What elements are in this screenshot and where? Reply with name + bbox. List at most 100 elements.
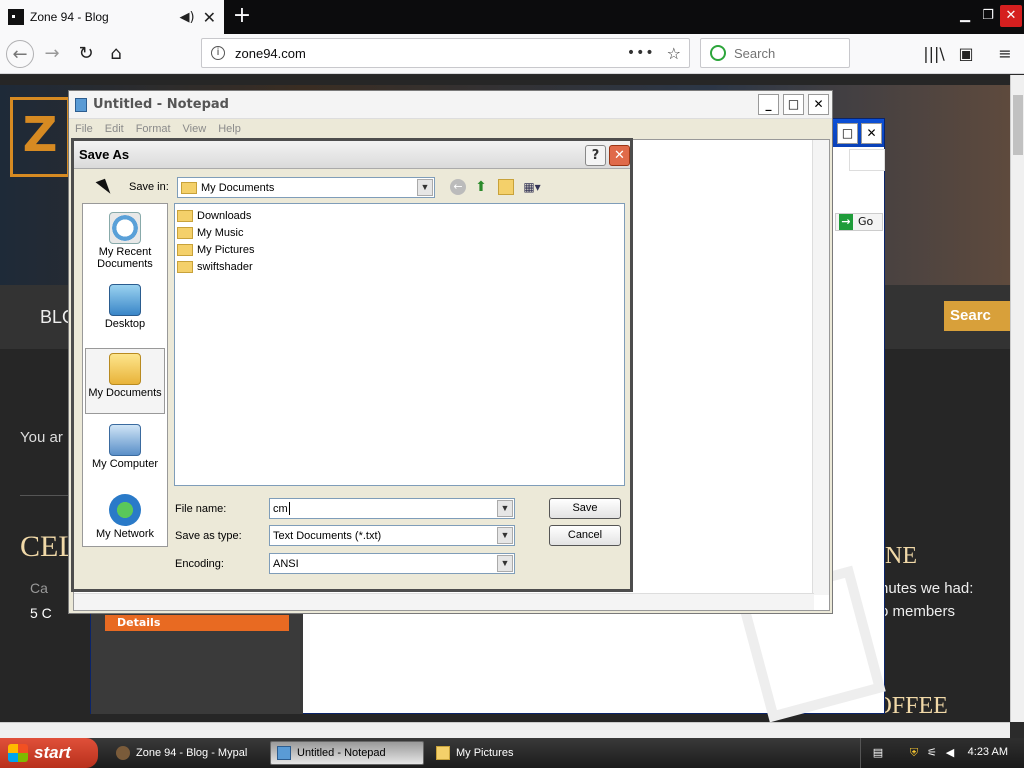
sidebar-icon[interactable]: ▣ [954,42,978,66]
save-in-value: My Documents [201,181,275,194]
menu-edit[interactable]: Edit [105,119,124,139]
view-menu-icon[interactable]: ▦▾ [521,179,543,195]
notepad-icon [277,746,291,760]
url-text[interactable]: zone94.com [235,46,627,61]
forward-arrow-icon[interactable]: → [38,40,66,68]
keyboard-icon[interactable]: ▤ [871,746,885,760]
network-icon[interactable]: ⚟ [925,746,939,760]
notepad-horizontal-scrollbar[interactable] [74,593,814,610]
url-bar[interactable]: i zone94.com ••• ☆ [201,38,690,68]
browser-tab-bar: Zone 94 - Blog ◀) ✕ + ▁ ❐ ✕ [0,0,1024,34]
site-logo[interactable]: Z [10,97,70,177]
list-item[interactable]: swiftshader [177,259,253,275]
place-my-documents[interactable]: My Documents [85,348,165,414]
scroll-thumb[interactable] [1013,95,1023,155]
file-name-value: cm [273,502,288,515]
windows-logo-icon [849,149,885,171]
save-in-dropdown[interactable]: My Documents ▼ [177,177,435,198]
menu-help[interactable]: Help [218,119,241,139]
text-cursor [288,502,290,515]
taskbar-item-browser[interactable]: Zone 94 - Blog - Mypal [110,741,264,765]
file-name: swiftshader [197,261,253,273]
notepad-minimize-button[interactable]: _ [758,94,779,115]
info-icon[interactable]: i [211,46,225,60]
place-my-recent-documents[interactable]: My Recent Documents [85,208,165,274]
place-desktop[interactable]: Desktop [85,280,165,346]
sidebar-text-line2: o members [880,603,956,620]
notepad-icon [75,98,87,112]
new-folder-icon[interactable] [498,179,514,195]
file-name-field[interactable]: cm ▼ [269,498,515,519]
browser-tab[interactable]: Zone 94 - Blog ◀) ✕ [0,0,224,34]
up-folder-icon[interactable]: ⬆ [473,179,489,195]
menu-file[interactable]: File [75,119,93,139]
speaker-icon[interactable]: ◀) [180,10,195,25]
page-actions-icon[interactable]: ••• [627,45,655,61]
new-tab-button[interactable]: + [230,2,254,30]
shield-icon[interactable]: ⛨ [907,746,921,760]
save-button[interactable]: Save [549,498,621,519]
post-comments[interactable]: 5 C [30,605,52,621]
bg-maximize-button[interactable]: □ [837,123,858,144]
start-button[interactable]: start [0,738,98,768]
post-category[interactable]: Ca [30,580,48,596]
site-search-button[interactable]: Searc [944,301,1010,331]
bg-close-button[interactable]: ✕ [861,123,882,144]
window-minimize-button[interactable]: ▁ [954,5,976,27]
chevron-down-icon[interactable]: ▼ [497,527,513,544]
windows-flag-icon [8,744,28,762]
tab-title: Zone 94 - Blog [30,10,109,24]
save-as-type-dropdown[interactable]: Text Documents (*.txt) ▼ [269,525,515,546]
volume-icon[interactable]: ◀ [943,746,957,760]
library-icon[interactable]: |||\ [922,42,946,66]
list-item[interactable]: Downloads [177,208,251,224]
dialog-close-button[interactable]: ✕ [609,145,630,166]
page-vertical-scrollbar[interactable] [1010,75,1024,722]
chevron-down-icon[interactable]: ▼ [497,555,513,572]
taskbar-item-pictures[interactable]: My Pictures [430,741,584,765]
list-item[interactable]: My Music [177,225,243,241]
file-name: Downloads [197,210,252,222]
back-arrow-icon[interactable]: ← [450,179,466,195]
search-engine-icon[interactable] [710,45,726,61]
save-as-type-value: Text Documents (*.txt) [273,529,382,542]
desktop-icon [109,284,141,316]
notepad-menubar: File Edit Format View Help [69,119,832,139]
notepad-titlebar[interactable]: Untitled - Notepad _ □ ✕ [69,91,832,119]
menu-format[interactable]: Format [136,119,171,139]
hamburger-menu-icon[interactable]: ≡ [993,42,1017,66]
encoding-value: ANSI [273,557,299,570]
place-my-computer[interactable]: My Computer [85,420,165,486]
search-placeholder: Search [734,45,776,61]
taskbar-item-notepad[interactable]: Untitled - Notepad [270,741,424,765]
details-bar[interactable]: Details [105,615,289,631]
search-input[interactable]: Search [700,38,850,68]
tab-close-icon[interactable]: ✕ [203,8,216,27]
notepad-maximize-button[interactable]: □ [783,94,804,115]
chevron-down-icon[interactable]: ▼ [417,179,433,196]
menu-view[interactable]: View [183,119,207,139]
go-button[interactable]: Go [835,213,883,231]
notepad-close-button[interactable]: ✕ [808,94,829,115]
window-close-button[interactable]: ✕ [1000,5,1022,27]
save-as-titlebar[interactable]: Save As ? ✕ [74,141,630,169]
chevron-down-icon[interactable]: ▼ [497,500,513,517]
notepad-vertical-scrollbar[interactable] [812,140,829,595]
window-restore-button[interactable]: ❐ [977,5,999,27]
help-button[interactable]: ? [585,145,606,166]
file-list[interactable]: Downloads My Music My Pictures swiftshad… [174,203,625,486]
save-as-title: Save As [79,147,130,162]
place-label: My Recent Documents [97,246,153,270]
places-bar: My Recent Documents Desktop My Documents… [82,203,168,547]
cancel-button[interactable]: Cancel [549,525,621,546]
reload-icon[interactable]: ↻ [72,40,100,68]
encoding-dropdown[interactable]: ANSI ▼ [269,553,515,574]
clock[interactable]: 4:23 AM [968,746,1008,758]
home-icon[interactable]: ⌂ [102,40,130,68]
bookmark-star-icon[interactable]: ☆ [667,44,681,63]
list-item[interactable]: My Pictures [177,242,254,258]
page-horizontal-scrollbar[interactable] [0,722,1010,738]
sidebar-text-line1: nutes we had: [880,580,974,597]
place-my-network[interactable]: My Network [85,490,165,556]
back-arrow-icon[interactable]: ← [6,40,34,68]
